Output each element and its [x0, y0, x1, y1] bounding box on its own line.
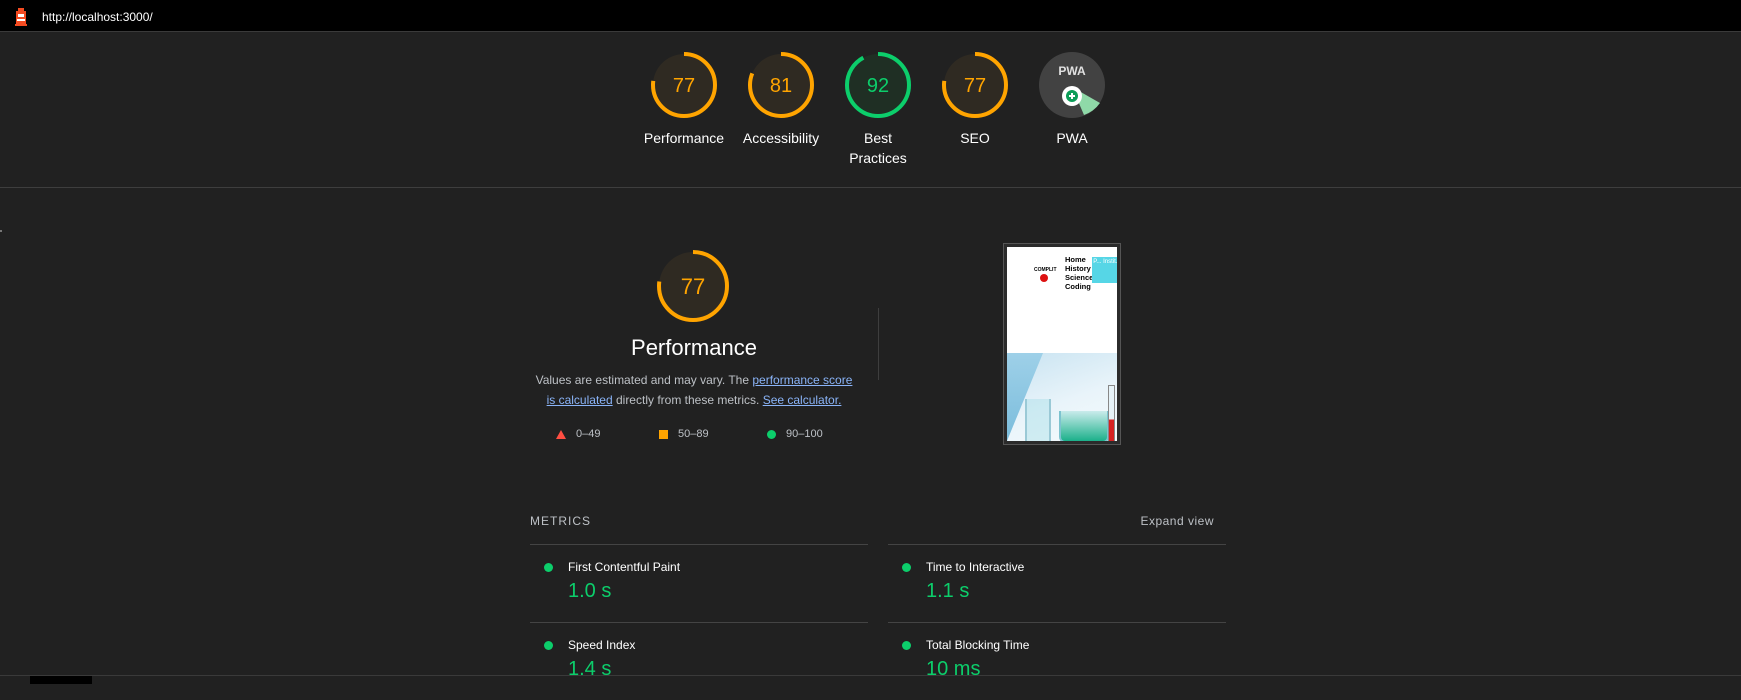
gauge-best-practices[interactable]: 92 Best Practices [828, 51, 928, 168]
legend-average: 50–89 [659, 428, 709, 440]
nav-item: Science [1065, 273, 1094, 282]
gauge-score: 77 [673, 75, 695, 97]
gauge-label: PWA [1056, 130, 1088, 146]
pwa-badge-icon: PWA [1039, 52, 1105, 118]
logo-mark-icon [1040, 274, 1048, 282]
gauge-score: 81 [770, 75, 792, 97]
metrics-left-column: First Contentful Paint 1.0 s Speed Index… [530, 544, 868, 700]
metric-first-contentful-paint[interactable]: First Contentful Paint 1.0 s [530, 544, 868, 622]
legend-range: 0–49 [576, 428, 601, 440]
legend-range: 90–100 [786, 428, 823, 440]
pass-circle-icon [544, 641, 553, 650]
performance-description: Values are estimated and may vary. The p… [530, 370, 858, 410]
metric-title: Speed Index [568, 638, 636, 652]
legend-pass: 90–100 [767, 428, 823, 440]
legend-range: 50–89 [678, 428, 709, 440]
gauge-label: Performance [643, 130, 725, 146]
desc-text: directly from these metrics. [612, 393, 763, 407]
metrics-header: METRICS Expand view [530, 514, 1214, 530]
nav-item: Coding [1065, 282, 1091, 291]
metric-value: 1.4 s [568, 658, 612, 680]
circle-icon [767, 429, 776, 439]
metric-value: 1.1 s [926, 580, 970, 602]
metrics-title: METRICS [530, 514, 591, 528]
metric-title: Total Blocking Time [926, 638, 1030, 652]
gauge-seo[interactable]: 77 SEO [925, 51, 1025, 148]
score-gauges: 77 Performance 81 Accessibility 92 Best … [0, 51, 1741, 191]
page-url[interactable]: http://localhost:3000/ [42, 10, 153, 24]
gauge-label: Accessibility [742, 130, 820, 146]
gauge-label: SEO [960, 130, 990, 146]
gauge-accessibility[interactable]: 81 Accessibility [731, 51, 831, 148]
bottom-tab[interactable] [30, 676, 92, 684]
gauge-performance[interactable]: 77 Performance [634, 51, 734, 148]
gauge-ring: 81 [748, 52, 814, 118]
pass-circle-icon [902, 563, 911, 572]
test-tube-image [1108, 385, 1115, 441]
legend-fail: 0–49 [556, 428, 600, 440]
divider [0, 187, 1741, 188]
metric-value: 1.0 s [568, 580, 612, 602]
divider [0, 675, 1741, 676]
metric-title: First Contentful Paint [568, 560, 681, 574]
pass-circle-icon [902, 641, 911, 650]
desc-text: Values are estimated and may vary. The [535, 373, 753, 387]
report-topbar: http://localhost:3000/ [0, 0, 1741, 32]
divider [0, 230, 2, 232]
gauge-score: PWA [1058, 64, 1086, 78]
gauge-label: Best Practices [849, 130, 907, 166]
final-screenshot[interactable]: COMPLIT Home History Science Coding P...… [1003, 243, 1121, 445]
lighthouse-icon [15, 8, 27, 26]
screenshot-nav: Home History Science Coding [1065, 255, 1093, 291]
metric-time-to-interactive[interactable]: Time to Interactive 1.1 s [888, 544, 1226, 622]
metric-value: 10 ms [926, 658, 981, 680]
gauge-pwa[interactable]: PWA PWA [1022, 51, 1122, 148]
gauge-ring: 77 [942, 52, 1008, 118]
metric-title: Time to Interactive [926, 560, 1025, 574]
nav-item: History [1065, 264, 1091, 273]
performance-title: Performance [631, 335, 757, 360]
gauge-score: 77 [964, 75, 986, 97]
metric-speed-index[interactable]: Speed Index 1.4 s [530, 622, 868, 700]
square-icon [659, 429, 668, 439]
screenshot-button: P... Instit... [1092, 257, 1117, 283]
metric-total-blocking-time[interactable]: Total Blocking Time 10 ms [888, 622, 1226, 700]
gauge-ring: 77 [651, 52, 717, 118]
performance-score: 77 [681, 274, 705, 299]
screenshot-logo: COMPLIT [1034, 267, 1057, 273]
pass-circle-icon [544, 563, 553, 572]
gauge-score: 92 [867, 75, 889, 97]
gauge-ring: 92 [845, 52, 911, 118]
triangle-icon [556, 429, 566, 439]
divider [878, 308, 879, 380]
expand-view-button[interactable]: Expand view [1140, 514, 1214, 528]
beaker-image [1025, 399, 1051, 441]
metrics-right-column: Time to Interactive 1.1 s Total Blocking… [888, 544, 1226, 700]
performance-gauge: 77 [657, 250, 729, 322]
beaker-image [1059, 411, 1109, 441]
nav-item: Home [1065, 255, 1086, 264]
see-calculator-link[interactable]: See calculator. [763, 393, 842, 407]
